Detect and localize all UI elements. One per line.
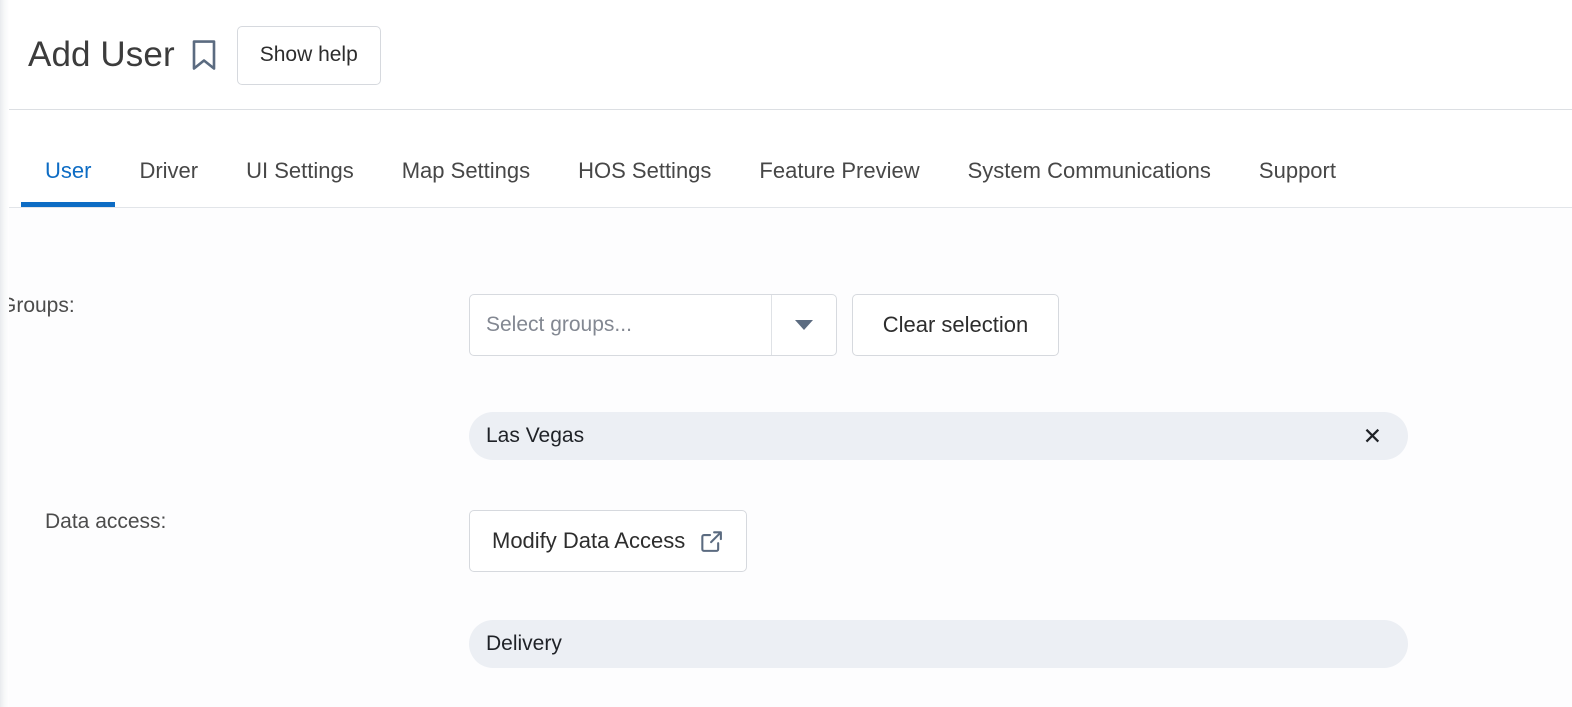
external-link-icon xyxy=(699,529,724,554)
clear-selection-button[interactable]: Clear selection xyxy=(852,294,1059,356)
page-header: Add User Show help xyxy=(0,0,1572,110)
chevron-down-icon[interactable] xyxy=(771,295,836,355)
modify-data-access-label: Modify Data Access xyxy=(492,528,686,553)
groups-label: Groups: xyxy=(0,294,75,317)
data-access-label: Data access: xyxy=(45,510,167,533)
groups-select-input[interactable] xyxy=(470,295,771,355)
tab-user[interactable]: User xyxy=(21,110,116,207)
tab-bar: User Driver UI Settings Map Settings HOS… xyxy=(0,110,1572,208)
tab-support[interactable]: Support xyxy=(1235,110,1360,207)
close-icon[interactable]: ✕ xyxy=(1361,424,1384,448)
modify-data-access-button[interactable]: Modify Data Access xyxy=(469,510,748,572)
show-help-button[interactable]: Show help xyxy=(236,25,381,85)
chip-label: Delivery xyxy=(486,632,562,655)
tab-hos-settings[interactable]: HOS Settings xyxy=(554,110,735,207)
group-chip-las-vegas[interactable]: Las Vegas ✕ xyxy=(469,412,1408,460)
groups-select[interactable] xyxy=(469,294,837,356)
form-body: Groups: Clear selection Las Vegas ✕ Data… xyxy=(0,208,1572,707)
tab-driver[interactable]: Driver xyxy=(115,110,222,207)
tab-map-settings[interactable]: Map Settings xyxy=(378,110,554,207)
page-title: Add User xyxy=(28,35,175,74)
tab-system-communications[interactable]: System Communications xyxy=(944,110,1235,207)
tab-feature-preview[interactable]: Feature Preview xyxy=(735,110,943,207)
tab-ui-settings[interactable]: UI Settings xyxy=(222,110,378,207)
bookmark-icon[interactable] xyxy=(189,37,219,73)
chip-label: Las Vegas xyxy=(486,424,585,447)
add-user-page: Add User Show help User Driver UI Settin… xyxy=(0,0,1572,707)
data-access-chip-delivery[interactable]: Delivery xyxy=(469,620,1408,668)
